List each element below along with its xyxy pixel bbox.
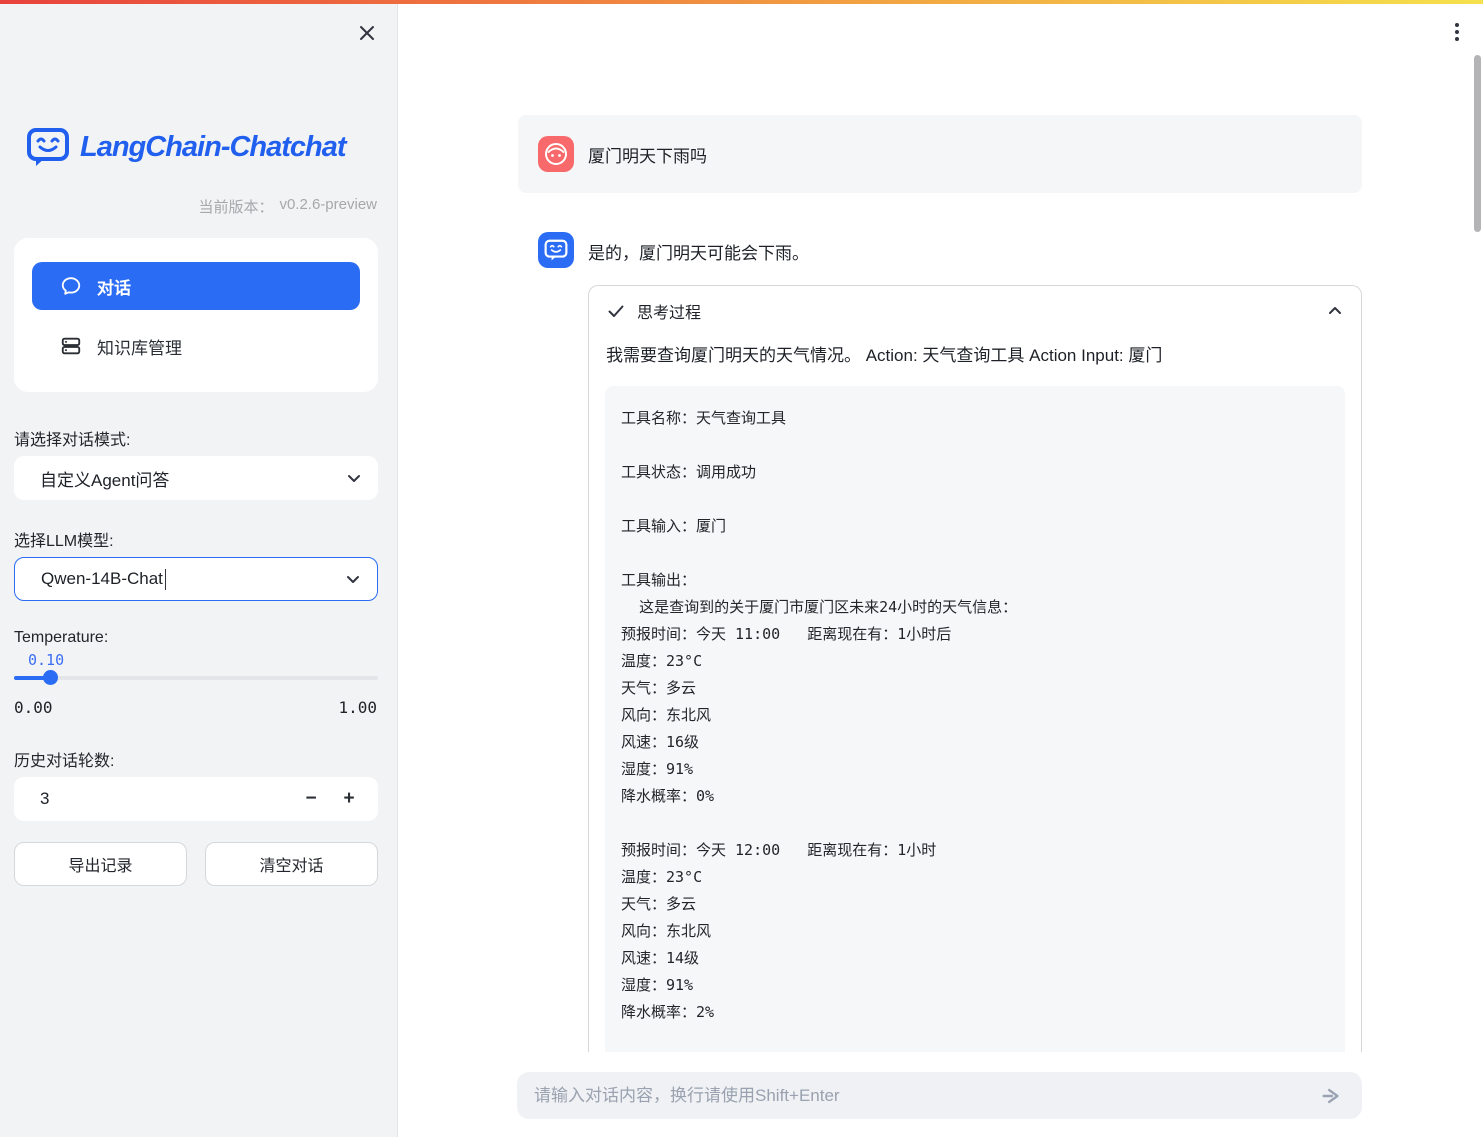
chevron-down-icon: [345, 571, 361, 587]
user-face-icon: [543, 141, 569, 167]
user-avatar: [538, 136, 574, 172]
slider-handle[interactable]: [43, 670, 58, 685]
text-cursor: [165, 569, 167, 590]
llm-model-label: 选择LLM模型:: [14, 527, 114, 551]
sidebar-item-dialogue[interactable]: 对话: [32, 262, 360, 310]
sidebar-close-button[interactable]: [354, 20, 380, 46]
decrement-button[interactable]: −: [292, 777, 330, 821]
temperature-value: 0.10: [28, 651, 64, 669]
user-message: 厦门明天下雨吗: [518, 115, 1362, 193]
sidebar-item-label: 对话: [97, 274, 131, 299]
temperature-max: 1.00: [338, 698, 377, 717]
assistant-chatbot-icon: [544, 238, 568, 262]
history-rounds-input[interactable]: 3 − +: [14, 777, 378, 821]
chat-bubble-icon: [60, 275, 82, 297]
temperature-min: 0.00: [14, 698, 53, 717]
send-icon: [1320, 1085, 1342, 1107]
agent-thought-text: 我需要查询厦门明天的天气情况。 Action: 天气查询工具 Action In…: [589, 336, 1361, 369]
close-icon: [358, 24, 376, 42]
dialog-mode-select[interactable]: 自定义Agent问答: [14, 456, 378, 500]
nav-card: 对话 知识库管理: [14, 238, 378, 392]
thinking-process-expander: 思考过程 我需要查询厦门明天的天气情况。 Action: 天气查询工具 Acti…: [588, 285, 1362, 1052]
increment-button[interactable]: +: [330, 777, 368, 821]
app-logo: LangChain-Chatchat: [26, 126, 346, 168]
history-rounds-label: 历史对话轮数:: [14, 747, 114, 771]
history-rounds-value: 3: [40, 789, 292, 809]
database-icon: [60, 335, 82, 357]
dialog-mode-label: 请选择对话模式:: [14, 426, 130, 450]
chat-input-footer: [399, 1052, 1483, 1137]
expander-header[interactable]: 思考过程: [589, 286, 1361, 336]
logo-chat-bubble-icon: [26, 126, 70, 168]
send-button[interactable]: [1314, 1079, 1348, 1113]
app-title: LangChain-Chatchat: [80, 131, 346, 164]
chevron-up-icon: [1327, 303, 1343, 319]
chat-input[interactable]: [534, 1086, 1314, 1106]
temperature-slider[interactable]: [14, 676, 378, 680]
temperature-label: Temperature:: [14, 629, 108, 647]
chevron-down-icon: [346, 470, 362, 486]
version-info: 当前版本： v0.2.6-preview: [198, 196, 377, 217]
sidebar: LangChain-Chatchat 当前版本： v0.2.6-preview …: [0, 0, 398, 1137]
dialog-mode-value: 自定义Agent问答: [40, 466, 169, 491]
sidebar-item-knowledge-base[interactable]: 知识库管理: [32, 324, 360, 368]
expander-title: 思考过程: [637, 299, 701, 323]
user-message-text: 厦门明天下雨吗: [588, 115, 707, 193]
assistant-avatar: [538, 232, 574, 268]
clear-dialogue-button[interactable]: 清空对话: [205, 842, 378, 886]
check-icon: [607, 302, 625, 320]
sidebar-item-label: 知识库管理: [97, 334, 182, 359]
llm-model-value: Qwen-14B-Chat: [41, 569, 163, 589]
export-history-button[interactable]: 导出记录: [14, 842, 187, 886]
kebab-menu-icon: [1448, 21, 1466, 43]
top-decoration-bar: [0, 0, 1483, 4]
version-value: v0.2.6-preview: [279, 196, 377, 217]
chat-input-container: [517, 1072, 1362, 1119]
version-label: 当前版本：: [198, 196, 273, 217]
llm-model-select[interactable]: Qwen-14B-Chat: [14, 557, 378, 601]
tool-status-block: 工具名称：天气查询工具 工具状态：调用成功 工具输入：厦门 工具输出： 这是查询…: [605, 386, 1345, 1052]
assistant-message-text: 是的，厦门明天可能会下雨。: [588, 239, 809, 264]
main-menu-button[interactable]: [1444, 18, 1470, 46]
scrollbar-thumb[interactable]: [1474, 55, 1481, 232]
